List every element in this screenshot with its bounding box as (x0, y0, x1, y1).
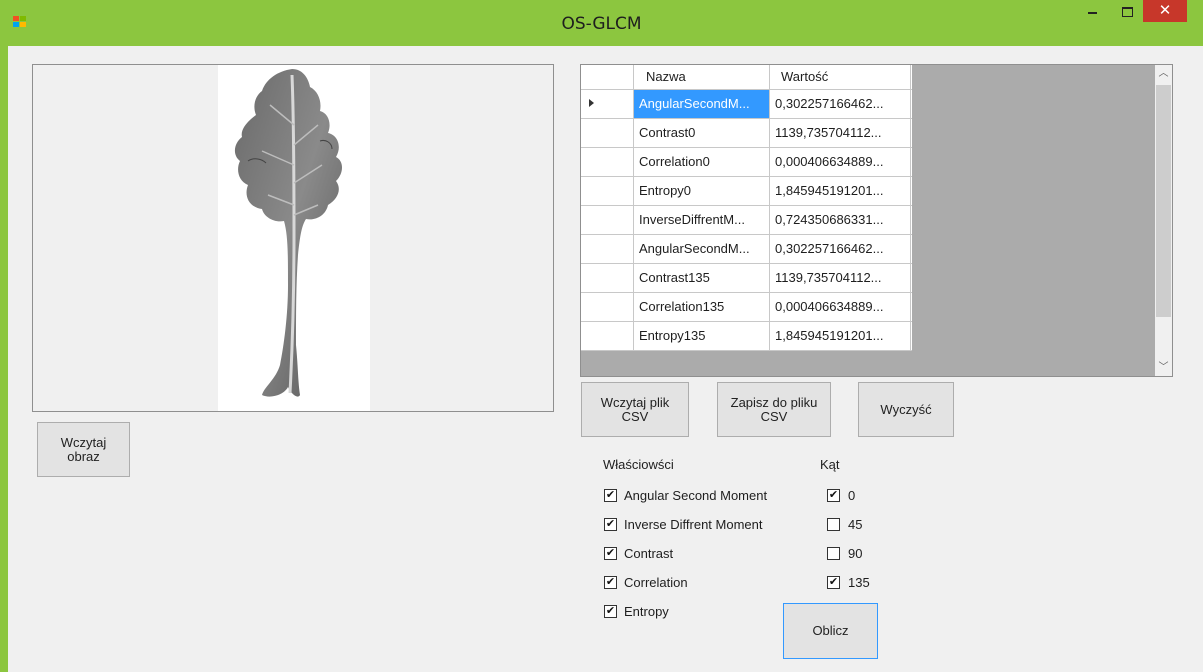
save-csv-button[interactable]: Zapisz do pliku CSV (717, 382, 831, 437)
property-checkbox-label[interactable]: Inverse Diffrent Moment (624, 517, 762, 532)
angle-heading: Kąt (820, 457, 840, 472)
cell-value[interactable]: 0,302257166462... (771, 90, 911, 118)
angle-checkbox-label[interactable]: 90 (848, 546, 862, 561)
properties-heading: Właściowści (603, 457, 674, 472)
cell-name[interactable]: AngularSecondM... (634, 235, 770, 263)
compute-button[interactable]: Oblicz (783, 603, 878, 659)
minimize-button[interactable] (1078, 0, 1106, 24)
property-checkbox[interactable]: ✔ (604, 518, 617, 531)
angle-checkbox-label[interactable]: 45 (848, 517, 862, 532)
property-checkbox[interactable]: ✔ (604, 489, 617, 502)
table-row[interactable]: Correlation0 0,000406634889... (581, 148, 912, 177)
property-checkbox[interactable]: ✔ (604, 547, 617, 560)
property-checkbox-label[interactable]: Entropy (624, 604, 669, 619)
cell-name[interactable]: Correlation0 (634, 148, 770, 176)
load-csv-button[interactable]: Wczytaj plik CSV (581, 382, 689, 437)
angle-checkbox-label[interactable]: 0 (848, 488, 855, 503)
table-row[interactable]: Contrast135 1139,735704112... (581, 264, 912, 293)
maximize-button[interactable] (1113, 0, 1141, 24)
property-checkbox-label[interactable]: Angular Second Moment (624, 488, 767, 503)
row-header[interactable] (581, 293, 634, 321)
scrollbar-thumb[interactable] (1156, 85, 1171, 317)
leaf-image (218, 65, 370, 411)
cell-name[interactable]: AngularSecondM... (634, 90, 770, 118)
row-header[interactable] (581, 206, 634, 234)
table-row[interactable]: AngularSecondM... 0,302257166462... (581, 90, 912, 119)
table-row[interactable]: AngularSecondM... 0,302257166462... (581, 235, 912, 264)
close-button[interactable]: ✕ (1143, 0, 1187, 22)
row-header[interactable] (581, 90, 634, 118)
column-header-value[interactable]: Wartość (771, 65, 911, 89)
scroll-up-icon[interactable]: ︿ (1155, 65, 1172, 82)
cell-name[interactable]: Contrast0 (634, 119, 770, 147)
table-row[interactable]: InverseDiffrentM... 0,724350686331... (581, 206, 912, 235)
cell-name[interactable]: Contrast135 (634, 264, 770, 292)
cell-value[interactable]: 0,302257166462... (771, 235, 911, 263)
window-title: OS-GLCM (561, 14, 642, 34)
angle-checkbox[interactable]: ✔ (827, 576, 840, 589)
image-preview (32, 64, 554, 412)
angle-checkbox[interactable] (827, 547, 840, 560)
angle-checkbox[interactable]: ✔ (827, 489, 840, 502)
cell-value[interactable]: 1,845945191201... (771, 322, 911, 350)
table-row[interactable]: Entropy135 1,845945191201... (581, 322, 912, 351)
cell-value[interactable]: 1139,735704112... (771, 119, 911, 147)
title-bar: OS-GLCM ✕ (0, 0, 1203, 46)
cell-value[interactable]: 0,000406634889... (771, 293, 911, 321)
row-header[interactable] (581, 119, 634, 147)
client-area: Wczytaj obraz Nazwa Wartość AngularSecon… (8, 46, 1203, 672)
row-header[interactable] (581, 148, 634, 176)
cell-value[interactable]: 1139,735704112... (771, 264, 911, 292)
scroll-down-icon[interactable]: ﹀ (1155, 359, 1172, 376)
vertical-scrollbar[interactable]: ︿ ﹀ (1155, 65, 1172, 376)
property-checkbox-label[interactable]: Contrast (624, 546, 673, 561)
results-grid[interactable]: Nazwa Wartość AngularSecondM... 0,3022571… (580, 64, 1173, 377)
clear-button[interactable]: Wyczyść (858, 382, 954, 437)
property-checkbox[interactable]: ✔ (604, 576, 617, 589)
table-row[interactable]: Correlation135 0,000406634889... (581, 293, 912, 322)
row-header[interactable] (581, 264, 634, 292)
cell-value[interactable]: 0,000406634889... (771, 148, 911, 176)
property-checkbox-label[interactable]: Correlation (624, 575, 688, 590)
load-image-button[interactable]: Wczytaj obraz (37, 422, 130, 477)
table-row[interactable]: Entropy0 1,845945191201... (581, 177, 912, 206)
row-header[interactable] (581, 322, 634, 350)
row-header[interactable] (581, 235, 634, 263)
angle-checkbox[interactable] (827, 518, 840, 531)
table-row[interactable]: Contrast0 1139,735704112... (581, 119, 912, 148)
cell-name[interactable]: Correlation135 (634, 293, 770, 321)
grid-header-row: Nazwa Wartość (581, 65, 912, 90)
column-header-name[interactable]: Nazwa (634, 65, 770, 89)
row-header[interactable] (581, 177, 634, 205)
cell-value[interactable]: 0,724350686331... (771, 206, 911, 234)
cell-name[interactable]: Entropy0 (634, 177, 770, 205)
cell-value[interactable]: 1,845945191201... (771, 177, 911, 205)
cell-name[interactable]: InverseDiffrentM... (634, 206, 770, 234)
cell-name[interactable]: Entropy135 (634, 322, 770, 350)
angle-checkbox-label[interactable]: 135 (848, 575, 870, 590)
property-checkbox[interactable]: ✔ (604, 605, 617, 618)
row-header-corner (581, 65, 634, 89)
current-row-icon (589, 99, 594, 107)
